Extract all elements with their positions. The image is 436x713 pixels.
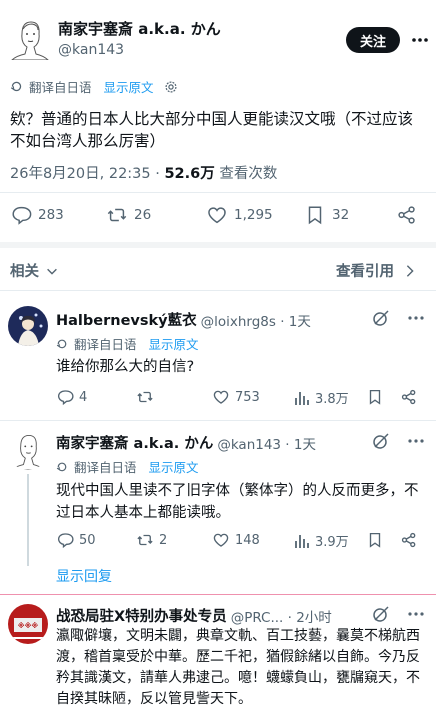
reply-handle[interactable]: @PRC... · 2小时 [231,606,332,626]
show-replies-link[interactable]: 显示回复 [56,566,112,586]
author-name[interactable]: 南家宇塞斎 a.k.a. かん [58,18,221,39]
grok-icon[interactable] [372,309,390,327]
retweet-icon [136,388,154,406]
like-action[interactable]: 1,295 [206,204,273,226]
bookmark-icon[interactable] [366,388,384,406]
reply-header: 战恐局驻X特别办事处专员 @PRC... · 2小时 [56,605,332,626]
retweet-count: 26 [134,207,152,223]
translate-icon [56,461,68,473]
reply-action[interactable]: 50 [56,531,96,549]
views-icon [294,389,310,407]
views-action[interactable]: 3.9万 [294,531,349,550]
like-icon [212,388,230,406]
views-count: 3.9万 [315,535,349,550]
translation-bar: 翻译自日语 显示原文 [56,334,199,353]
reply-avatar[interactable] [8,430,48,470]
retweet-action[interactable] [136,388,159,406]
reply-author-name[interactable]: Halbernevský藍衣 [56,309,197,330]
like-count: 1,295 [234,207,273,223]
retweet-count: 2 [159,532,168,548]
reply-icon [56,531,74,549]
follow-button[interactable]: 关注 [346,27,400,53]
like-icon [206,204,228,226]
reply-text: 现代中国人里读不了旧字体（繁体字）的人反而更多，不过日本人基本上都能读哦。 [56,483,419,521]
divider [0,192,436,193]
tweet-text: 欸？普通的日本人比大部分中国人更能读汉文哦（不过应该不如台湾人那么厉害） [10,110,414,150]
reply-count: 50 [79,532,96,548]
reply-icon [10,204,32,226]
more-icon[interactable] [406,309,426,327]
section-separator [0,242,436,248]
reply-header: Halbernevský藍衣 @loixhrg8s · 1天 [56,309,311,330]
reply-text: 瀛陬僻壤，文明未闢，典章文軌、百工技藝，曩莫不梯航西渡，稽首稟受於中華。歷二千祀… [56,628,420,707]
show-original-link[interactable]: 显示原文 [149,334,199,353]
reply-text: 谁给你那么大的自信? [56,359,195,375]
translate-icon [56,338,68,350]
like-icon [212,531,230,549]
view-quotes-link[interactable]: 查看引用 [336,260,416,281]
translation-bar: 翻译自日语 显示原文 [10,77,178,96]
divider [0,290,436,291]
reply-action[interactable]: 4 [56,388,87,406]
divider [0,594,436,595]
reply-header: 南家宇塞斎 a.k.a. かん @kan143 · 1天 [56,432,316,453]
bookmark-action[interactable]: 32 [304,204,349,226]
view-quotes-label: 查看引用 [336,264,394,280]
author-avatar[interactable] [10,16,50,60]
chevron-right-icon [404,264,416,278]
reply-icon [56,388,74,406]
reply-handle[interactable]: @kan143 · 1天 [217,433,316,453]
translate-label: 翻译自日语 [74,337,137,352]
show-original-link[interactable]: 显示原文 [104,77,154,96]
like-count: 753 [235,389,260,405]
more-icon[interactable] [410,28,430,52]
like-action[interactable]: 148 [212,531,260,549]
reply-author-name[interactable]: 战恐局驻X特别办事处专员 [56,605,227,626]
views-label: 查看次数 [214,166,278,182]
reply-action[interactable]: 283 [10,204,64,226]
share-icon[interactable] [396,204,418,226]
translate-icon [10,80,23,93]
svg-text:※※※: ※※※ [18,621,39,630]
share-icon[interactable] [400,531,418,549]
views-count: 3.8万 [315,392,349,407]
tweet-meta: 26年8月20日, 22:35 · 52.6万 查看次数 [10,162,277,183]
related-label: 相关 [10,264,39,280]
reply-count: 4 [79,389,88,405]
bookmark-icon [304,204,326,226]
like-action[interactable]: 753 [212,388,260,406]
retweet-icon [106,204,128,226]
translate-label: 翻译自日语 [29,80,92,95]
views-count: 52.6万 [164,166,215,182]
gear-icon[interactable] [164,80,178,94]
reply-handle[interactable]: @loixhrg8s · 1天 [201,310,311,330]
divider [0,420,436,421]
retweet-action[interactable]: 2 [136,531,167,549]
show-original-link[interactable]: 显示原文 [149,457,199,476]
timestamp[interactable]: 26年8月20日, 22:35 · [10,166,164,182]
reply-avatar[interactable]: ※※※ [8,604,48,644]
translate-label: 翻译自日语 [74,460,137,475]
grok-icon[interactable] [372,605,390,623]
retweet-action[interactable]: 26 [106,204,151,226]
more-icon[interactable] [406,605,426,623]
like-count: 148 [235,532,260,548]
views-icon [294,532,310,550]
thread-line [27,474,29,566]
related-dropdown[interactable]: 相关 [10,260,59,281]
more-icon[interactable] [406,432,426,450]
chevron-down-icon [45,264,59,278]
views-action[interactable]: 3.8万 [294,388,349,407]
grok-icon[interactable] [372,432,390,450]
reply-avatar[interactable] [8,306,48,346]
bookmark-icon[interactable] [366,531,384,549]
author-handle[interactable]: @kan143 [58,42,124,58]
retweet-icon [136,531,154,549]
translation-bar: 翻译自日语 显示原文 [56,457,199,476]
bookmark-count: 32 [332,207,350,223]
share-icon[interactable] [400,388,418,406]
reply-count: 283 [38,207,64,223]
reply-author-name[interactable]: 南家宇塞斎 a.k.a. かん [56,432,213,453]
